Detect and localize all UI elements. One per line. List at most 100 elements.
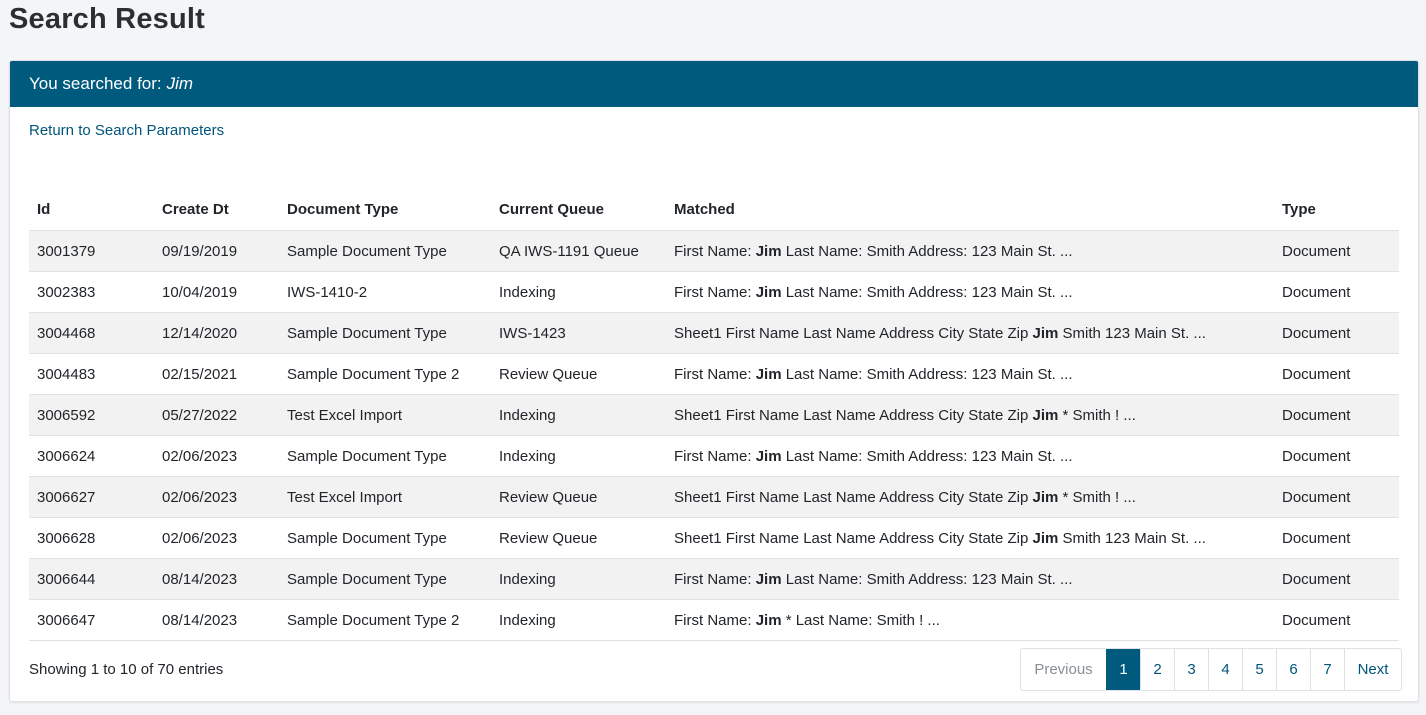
cell-type: Document — [1274, 517, 1399, 559]
cell-current-queue: Indexing — [491, 558, 666, 600]
cell-matched: First Name: Jim Last Name: Smith Address… — [666, 230, 1274, 272]
cell-id: 3006644 — [29, 558, 154, 600]
page-title: Search Result — [9, 3, 206, 35]
matched-text-before: Sheet1 First Name Last Name Address City… — [674, 488, 1033, 506]
return-to-search-link[interactable]: Return to Search Parameters — [29, 122, 224, 139]
table-row[interactable]: 3006644 08/14/2023 Sample Document Type Ind… — [29, 558, 1399, 600]
table-row[interactable]: 3006627 02/06/2023 Test Excel Import Review… — [29, 476, 1399, 518]
column-header-document-type[interactable]: Document Type — [279, 189, 491, 231]
pagination-page-4[interactable]: 4 — [1208, 649, 1242, 690]
matched-text-after: * Last Name: Smith ! ... — [781, 611, 940, 629]
cell-matched: First Name: Jim Last Name: Smith Address… — [666, 435, 1274, 477]
cell-create-dt: 09/19/2019 — [154, 230, 279, 272]
matched-text-after: Last Name: Smith Address: 123 Main St. .… — [781, 447, 1073, 465]
matched-text-before: First Name: — [674, 570, 756, 588]
table-row[interactable]: 3006647 08/14/2023 Sample Document Type 2I… — [29, 599, 1399, 641]
cell-create-dt: 02/06/2023 — [154, 517, 279, 559]
cell-document-type: Sample Document Type — [279, 435, 491, 477]
search-query-text: Jim — [166, 74, 194, 93]
cell-document-type: Sample Document Type — [279, 312, 491, 354]
column-header-create-dt[interactable]: Create Dt — [154, 189, 279, 231]
table-row[interactable]: 3004483 02/15/2021 Sample Document Type 2R… — [29, 353, 1399, 395]
cell-id: 3002383 — [29, 271, 154, 313]
pagination-page-5[interactable]: 5 — [1242, 649, 1276, 690]
matched-text-before: Sheet1 First Name Last Name Address City… — [674, 324, 1033, 342]
cell-document-type: Sample Document Type 2 — [279, 353, 491, 395]
cell-current-queue: QA IWS-1191 Queue — [491, 230, 666, 272]
table-row[interactable]: 3004468 12/14/2020 Sample Document Type IWS… — [29, 312, 1399, 354]
table-header-row: Id Create Dt Document Type Current Queue… — [29, 189, 1399, 231]
table-row[interactable]: 3002383 10/04/2019 IWS-1410-2 Indexing First… — [29, 271, 1399, 313]
matched-text-before: Sheet1 First Name Last Name Address City… — [674, 529, 1033, 547]
cell-type: Document — [1274, 271, 1399, 313]
cell-current-queue: IWS-1423 — [491, 312, 666, 354]
cell-id: 3004483 — [29, 353, 154, 395]
column-header-matched[interactable]: Matched — [666, 189, 1274, 231]
cell-id: 3006627 — [29, 476, 154, 518]
cell-document-type: Test Excel Import — [279, 394, 491, 436]
cell-type: Document — [1274, 312, 1399, 354]
cell-document-type: Sample Document Type — [279, 558, 491, 600]
cell-type: Document — [1274, 476, 1399, 518]
matched-highlight: Jim — [755, 365, 782, 383]
cell-matched: Sheet1 First Name Last Name Address City… — [666, 517, 1274, 559]
pagination-page-3[interactable]: 3 — [1174, 649, 1208, 690]
pagination-page-7[interactable]: 7 — [1310, 649, 1344, 690]
column-header-current-queue[interactable]: Current Queue — [491, 189, 666, 231]
matched-text-after: Smith 123 Main St. ... — [1058, 324, 1206, 342]
table-row[interactable]: 3006592 05/27/2022 Test Excel Import Indexi… — [29, 394, 1399, 436]
matched-text-before: First Name: — [674, 365, 756, 383]
cell-create-dt: 05/27/2022 — [154, 394, 279, 436]
cell-matched: First Name: Jim Last Name: Smith Address… — [666, 353, 1274, 395]
cell-document-type: Sample Document Type 2 — [279, 599, 491, 641]
column-header-id[interactable]: Id — [29, 189, 154, 231]
matched-text-after: * Smith ! ... — [1058, 406, 1136, 424]
matched-highlight: Jim — [755, 570, 782, 588]
cell-id: 3001379 — [29, 230, 154, 272]
table-row[interactable]: 3006624 02/06/2023 Sample Document Type Ind… — [29, 435, 1399, 477]
matched-highlight: Jim — [1032, 324, 1059, 342]
matched-text-after: Last Name: Smith Address: 123 Main St. .… — [781, 283, 1073, 301]
matched-text-after: Last Name: Smith Address: 123 Main St. .… — [781, 242, 1073, 260]
search-summary-prefix: You searched for: — [29, 74, 162, 93]
cell-create-dt: 12/14/2020 — [154, 312, 279, 354]
cell-current-queue: Indexing — [491, 394, 666, 436]
pagination-page-2[interactable]: 2 — [1140, 649, 1174, 690]
search-result-card: You searched for: Jim Return to Search P… — [9, 60, 1419, 702]
cell-current-queue: Indexing — [491, 271, 666, 313]
matched-text-after: Last Name: Smith Address: 123 Main St. .… — [781, 570, 1073, 588]
cell-create-dt: 08/14/2023 — [154, 599, 279, 641]
cell-current-queue: Indexing — [491, 599, 666, 641]
cell-id: 3006647 — [29, 599, 154, 641]
matched-text-before: First Name: — [674, 283, 756, 301]
cell-type: Document — [1274, 230, 1399, 272]
cell-current-queue: Review Queue — [491, 353, 666, 395]
cell-document-type: IWS-1410-2 — [279, 271, 491, 313]
cell-id: 3004468 — [29, 312, 154, 354]
pagination-next-button[interactable]: Next — [1344, 649, 1401, 690]
cell-matched: First Name: Jim Last Name: Smith Address… — [666, 558, 1274, 600]
matched-text-before: Sheet1 First Name Last Name Address City… — [674, 406, 1033, 424]
column-header-type[interactable]: Type — [1274, 189, 1399, 231]
matched-text-before: First Name: — [674, 447, 756, 465]
pagination: Previous 1 2 3 4 5 6 7 Next — [1020, 648, 1402, 691]
pagination-page-1[interactable]: 1 — [1106, 649, 1140, 690]
table-row[interactable]: 3001379 09/19/2019 Sample Document Type QA … — [29, 230, 1399, 272]
table-row[interactable]: 3006628 02/06/2023 Sample Document Type Rev… — [29, 517, 1399, 559]
cell-type: Document — [1274, 599, 1399, 641]
matched-text-after: * Smith ! ... — [1058, 488, 1136, 506]
pagination-page-6[interactable]: 6 — [1276, 649, 1310, 690]
matched-highlight: Jim — [755, 242, 782, 260]
cell-matched: Sheet1 First Name Last Name Address City… — [666, 394, 1274, 436]
cell-id: 3006624 — [29, 435, 154, 477]
matched-highlight: Jim — [1032, 488, 1059, 506]
matched-highlight: Jim — [755, 447, 782, 465]
cell-type: Document — [1274, 435, 1399, 477]
matched-highlight: Jim — [755, 611, 782, 629]
pagination-previous-button[interactable]: Previous — [1021, 649, 1106, 690]
cell-create-dt: 02/06/2023 — [154, 435, 279, 477]
cell-current-queue: Review Queue — [491, 476, 666, 518]
cell-matched: First Name: Jim * Last Name: Smith ! ... — [666, 599, 1274, 641]
matched-text-before: First Name: — [674, 611, 756, 629]
cell-create-dt: 02/06/2023 — [154, 476, 279, 518]
